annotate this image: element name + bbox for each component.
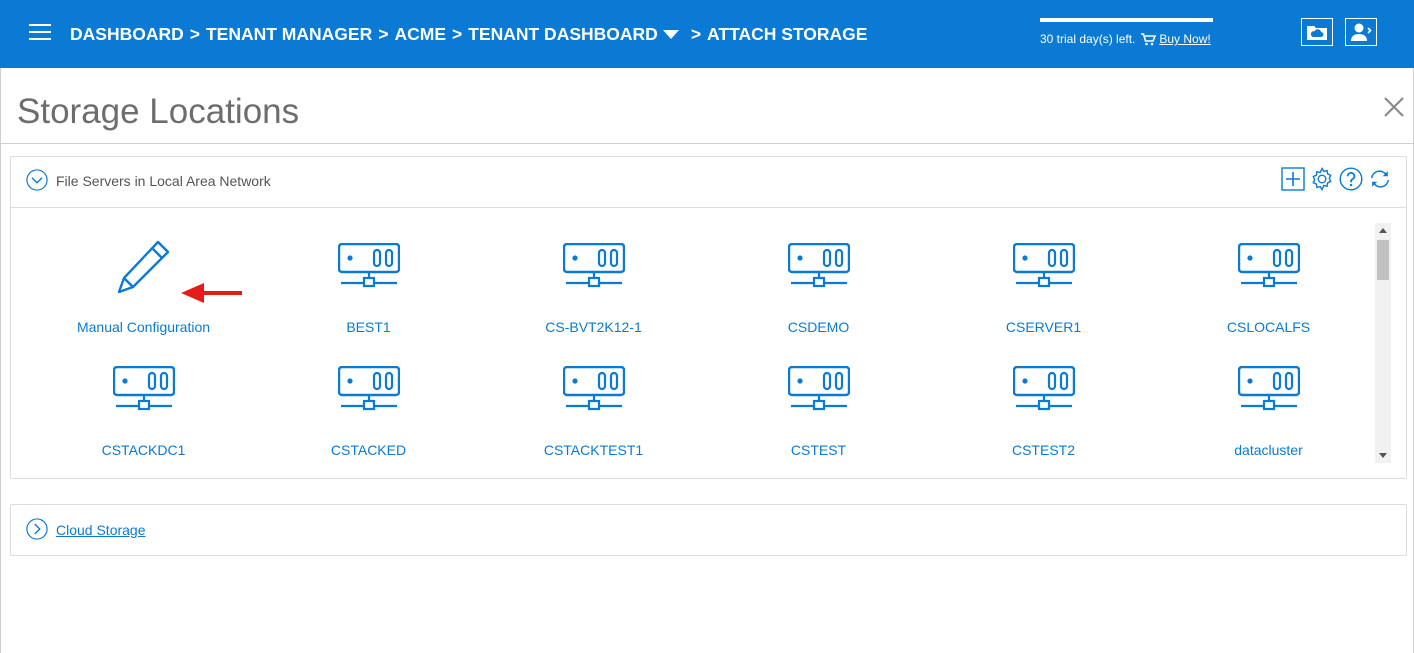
- user-account-icon: [1351, 23, 1372, 41]
- refresh-icon: [1370, 170, 1390, 188]
- tile-label: Manual Configuration: [76, 319, 211, 335]
- file-server-tile[interactable]: CSTACKTEST1: [481, 348, 706, 471]
- server-icon: [337, 243, 400, 288]
- lan-panel-toolbar: [1281, 167, 1392, 191]
- storage-location-grid: Manual Configuration BEST1 CS-BVT2K12-1 CSD…: [31, 225, 1371, 471]
- server-icon: [112, 366, 175, 411]
- buy-now-link[interactable]: Buy Now!: [1159, 32, 1210, 46]
- refresh-button[interactable]: [1368, 167, 1392, 191]
- tile-label: CSTACKDC1: [101, 442, 186, 458]
- title-divider: [0, 143, 1414, 144]
- breadcrumb-item[interactable]: ATTACH STORAGE: [707, 24, 867, 45]
- scroll-up-arrow-icon[interactable]: [1379, 228, 1387, 233]
- close-icon[interactable]: [1383, 96, 1405, 118]
- breadcrumb-separator: >: [378, 23, 389, 44]
- add-icon: [1281, 167, 1305, 191]
- server-icon: [562, 243, 625, 288]
- user-account-button[interactable]: [1345, 18, 1377, 46]
- server-icon: [1237, 243, 1300, 288]
- server-icon: [1012, 366, 1075, 411]
- help-button[interactable]: [1339, 167, 1363, 191]
- scrollbar-thumb[interactable]: [1377, 240, 1389, 280]
- file-server-tile[interactable]: BEST1: [256, 225, 481, 348]
- breadcrumb-item[interactable]: DASHBOARD: [70, 24, 184, 45]
- file-server-tile[interactable]: datacluster: [1156, 348, 1381, 471]
- server-icon: [1012, 243, 1075, 288]
- pencil-icon: [117, 240, 169, 294]
- lan-panel-header: File Servers in Local Area Network: [11, 157, 1406, 208]
- tile-label: CSTACKED: [330, 442, 407, 458]
- breadcrumb-separator: >: [690, 23, 702, 44]
- help-icon: [1339, 167, 1363, 191]
- breadcrumb-item[interactable]: TENANT MANAGER: [206, 24, 372, 45]
- tile-label: CSTEST: [790, 442, 847, 458]
- page-title: Storage Locations: [17, 92, 300, 131]
- page-left-border: [0, 68, 1, 653]
- add-button[interactable]: [1281, 167, 1305, 191]
- breadcrumb-item[interactable]: ACME: [394, 24, 446, 45]
- tile-label: CSTACKTEST1: [543, 442, 644, 458]
- trial-status: 30 trial day(s) left. Buy Now!: [1040, 18, 1213, 46]
- trial-progress-bar: [1040, 18, 1213, 22]
- scroll-down-arrow-icon[interactable]: [1379, 453, 1387, 458]
- file-server-tile[interactable]: CS-BVT2K12-1: [481, 225, 706, 348]
- tile-label: CS-BVT2K12-1: [545, 319, 642, 335]
- server-icon: [562, 366, 625, 411]
- server-icon: [787, 366, 850, 411]
- cloud-folder-button[interactable]: [1301, 18, 1333, 46]
- caret-down-icon[interactable]: [662, 29, 679, 39]
- tile-label: CSERVER1: [1005, 319, 1082, 335]
- file-server-tile[interactable]: CSTEST: [706, 348, 931, 471]
- grid-scrollbar[interactable]: [1375, 223, 1391, 463]
- breadcrumb-separator: >: [189, 23, 200, 44]
- tile-label: CSTEST2: [1011, 442, 1075, 458]
- file-server-tile[interactable]: CSTACKDC1: [31, 348, 256, 471]
- tile-label: CSDEMO: [787, 319, 850, 335]
- breadcrumb: DASHBOARD > TENANT MANAGER > ACME > TENANT DAS…: [70, 22, 867, 46]
- collapse-chevron-down-icon[interactable]: [26, 169, 48, 191]
- cloud-storage-link[interactable]: Cloud Storage: [56, 522, 146, 538]
- file-server-tile[interactable]: CSTEST2: [931, 348, 1156, 471]
- settings-button[interactable]: [1310, 167, 1334, 191]
- cloud-storage-panel: Cloud Storage: [10, 504, 1407, 556]
- trial-days-text: 30 trial day(s) left.: [1040, 32, 1136, 46]
- menu-icon[interactable]: [29, 24, 51, 42]
- file-server-tile[interactable]: CSLOCALFS: [1156, 225, 1381, 348]
- server-icon: [337, 366, 400, 411]
- expand-chevron-right-icon[interactable]: [26, 518, 48, 540]
- cart-icon: [1141, 32, 1157, 45]
- top-bar: DASHBOARD > TENANT MANAGER > ACME > TENANT DAS…: [0, 0, 1414, 68]
- server-icon: [787, 243, 850, 288]
- tile-label: BEST1: [346, 319, 391, 335]
- lan-file-servers-panel: File Servers in Local Area Network Manua…: [10, 156, 1407, 479]
- file-server-tile[interactable]: CSTACKED: [256, 348, 481, 471]
- server-icon: [1237, 366, 1300, 411]
- tile-label: datacluster: [1234, 442, 1303, 458]
- file-server-tile[interactable]: CSDEMO: [706, 225, 931, 348]
- cloud-folder-icon: [1307, 26, 1327, 40]
- tile-label: CSLOCALFS: [1226, 319, 1311, 335]
- breadcrumb-separator: >: [452, 23, 463, 44]
- breadcrumb-item[interactable]: TENANT DASHBOARD: [468, 24, 658, 45]
- annotation-arrow-icon: [181, 283, 242, 303]
- settings-icon: [1312, 167, 1332, 191]
- file-server-tile[interactable]: CSERVER1: [931, 225, 1156, 348]
- lan-panel-title: File Servers in Local Area Network: [56, 173, 271, 189]
